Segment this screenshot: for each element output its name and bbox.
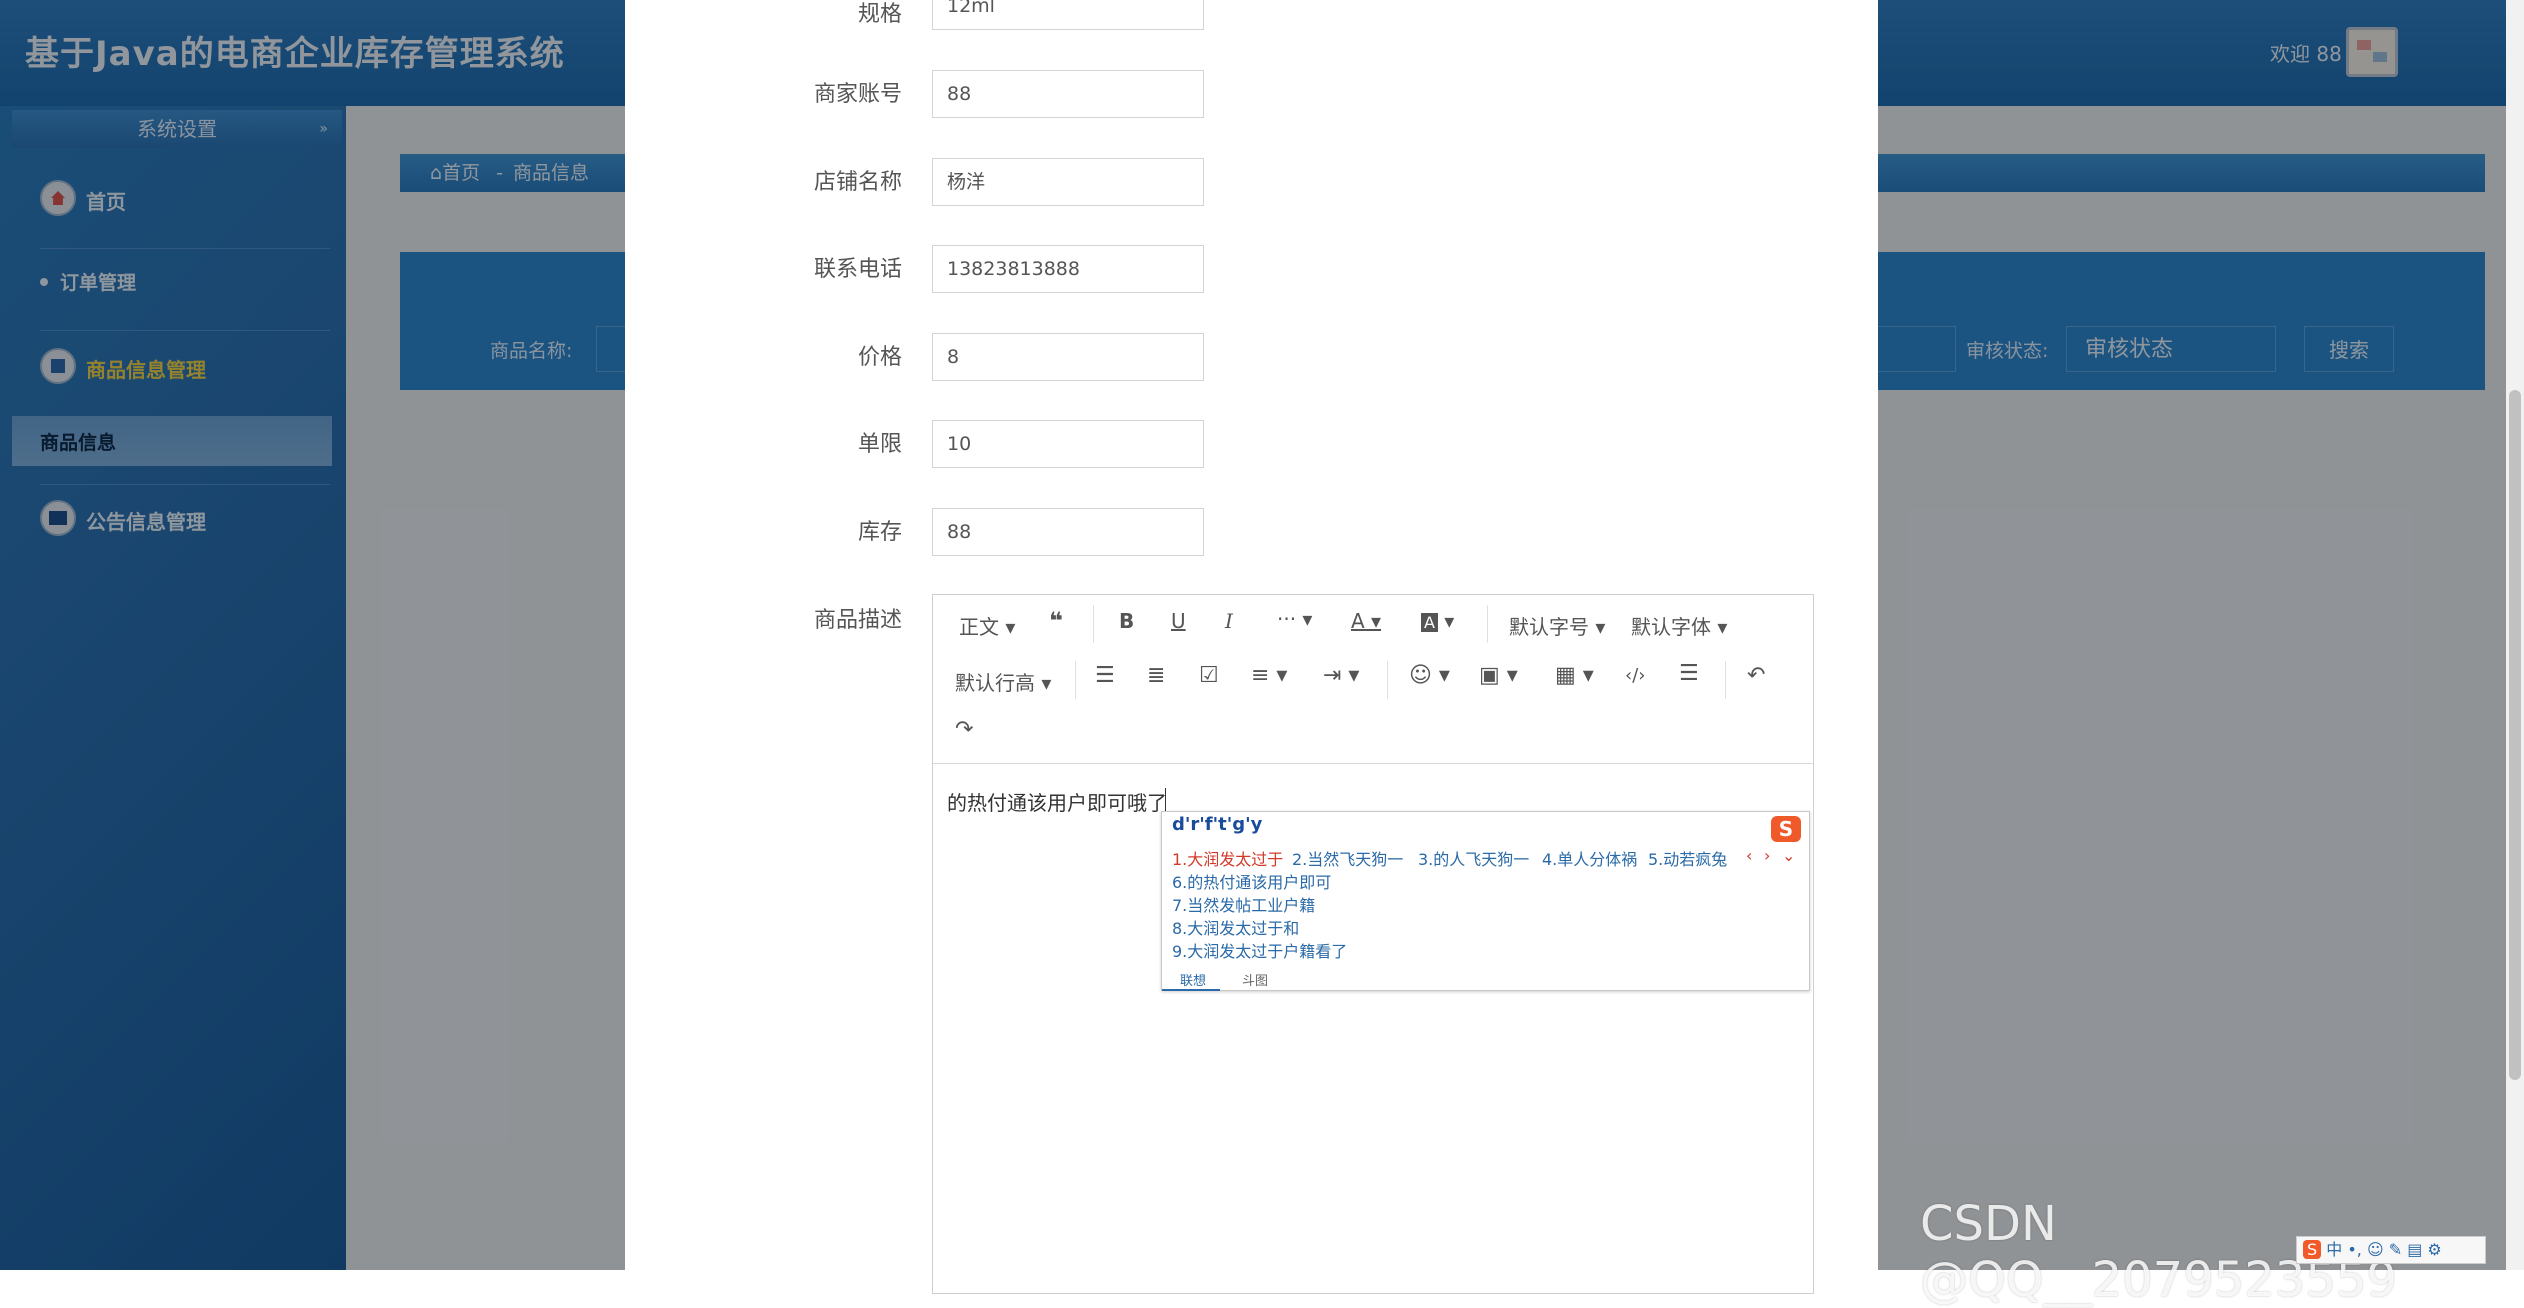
toolbar-divider <box>1093 605 1094 643</box>
numbered-list-icon[interactable]: ≣ <box>1147 663 1165 688</box>
bold-icon[interactable]: B <box>1119 609 1134 633</box>
toolbar-divider <box>1387 661 1388 699</box>
quote-icon[interactable]: ❝ <box>1049 607 1063 635</box>
field-label-description: 商品描述 <box>813 608 902 633</box>
merchant-account-input[interactable]: 88 <box>932 70 1204 118</box>
phone-input[interactable]: 13823813888 <box>932 245 1204 293</box>
page-scrollbar-thumb[interactable] <box>2509 390 2521 1080</box>
spec-input[interactable]: 12ml <box>932 0 1204 30</box>
code-icon[interactable]: ‹/› <box>1625 665 1645 686</box>
ime-candidate[interactable]: 6.的热付通该用户即可 <box>1172 869 1331 893</box>
field-label-limit: 单限 <box>857 432 902 457</box>
image-icon[interactable]: ▣ ▾ <box>1479 663 1518 688</box>
price-input[interactable]: 8 <box>932 333 1204 381</box>
field-label-price: 价格 <box>857 345 902 370</box>
paragraph-label: 正文 <box>959 615 999 639</box>
ime-candidate[interactable]: 2.当然飞天狗一 <box>1292 846 1403 870</box>
underline-icon[interactable]: U <box>1171 609 1186 633</box>
more-styles-icon[interactable]: ··· ▾ <box>1277 607 1312 631</box>
redo-icon[interactable]: ↷ <box>955 717 973 742</box>
bulleted-list-icon[interactable]: ☰ <box>1095 663 1115 688</box>
ime-candidate[interactable]: 1.大润发太过于 <box>1172 846 1283 870</box>
ime-toolbar[interactable]: S 中 •, ☺ ✎ ▤ ⚙ <box>2296 1236 2486 1264</box>
sogou-ime-logo-icon: S <box>2303 1240 2322 1259</box>
ime-candidate[interactable]: 3.的人飞天狗一 <box>1418 846 1529 870</box>
font-size-select[interactable]: 默认字号 ▾ <box>1509 611 1605 640</box>
ime-candidate[interactable]: 5.动若疯兔 <box>1648 846 1727 870</box>
indent-icon[interactable]: ⇥ ▾ <box>1323 663 1359 688</box>
table-icon[interactable]: ▦ ▾ <box>1555 663 1594 688</box>
divider-line-icon[interactable]: ☰ <box>1679 661 1699 686</box>
line-height-select[interactable]: 默认行高 ▾ <box>955 667 1051 696</box>
font-family-label: 默认字体 <box>1631 615 1711 639</box>
toolbar-divider <box>1487 605 1488 643</box>
toolbar-divider <box>1075 661 1076 699</box>
field-label-stock: 库存 <box>857 520 902 545</box>
ime-next-icon[interactable]: › <box>1764 846 1770 865</box>
editor-content[interactable]: 的热付通该用户即可哦了 <box>947 787 1167 816</box>
ime-candidate[interactable]: 8.大润发太过于和 <box>1172 915 1299 939</box>
line-height-label: 默认行高 <box>955 671 1035 695</box>
ime-pinyin-input: d'r'f't'g'y <box>1172 814 1263 835</box>
ime-tab-association[interactable]: 联想 <box>1162 970 1221 991</box>
field-label-spec: 规格 <box>857 2 902 27</box>
ime-candidate[interactable]: 4.单人分体祸 <box>1542 846 1637 870</box>
toolbar-divider <box>1725 661 1726 699</box>
undo-icon[interactable]: ↶ <box>1747 663 1765 688</box>
background-color-icon[interactable]: A ▾ <box>1421 609 1454 633</box>
ime-tab-meme[interactable]: 斗图 <box>1242 970 1268 989</box>
ime-candidate-popup: d'r'f't'g'y S 1.大润发太过于 2.当然飞天狗一 3.的人飞天狗一… <box>1161 811 1810 991</box>
shop-name-input[interactable]: 杨洋 <box>932 158 1204 206</box>
stock-input[interactable]: 88 <box>932 508 1204 556</box>
ime-prev-icon[interactable]: ‹ <box>1746 846 1752 865</box>
text-caret <box>1165 788 1166 812</box>
emoji-icon[interactable]: ☺ ▾ <box>1409 663 1450 688</box>
sogou-ime-logo-icon: S <box>1771 816 1801 842</box>
ime-candidate[interactable]: 9.大润发太过于户籍看了 <box>1172 938 1347 962</box>
font-size-label: 默认字号 <box>1509 615 1589 639</box>
limit-input[interactable]: 10 <box>932 420 1204 468</box>
field-label-phone: 联系电话 <box>813 257 902 282</box>
ime-expand-icon[interactable]: ⌄ <box>1782 846 1795 865</box>
italic-icon[interactable]: I <box>1225 609 1233 633</box>
font-family-select[interactable]: 默认字体 ▾ <box>1631 611 1727 640</box>
font-color-icon[interactable]: A ▾ <box>1351 609 1381 633</box>
todo-list-icon[interactable]: ☑ <box>1199 663 1219 688</box>
ime-candidate[interactable]: 7.当然发帖工业户籍 <box>1172 892 1315 916</box>
align-icon[interactable]: ≡ ▾ <box>1251 663 1287 688</box>
field-label-shop-name: 店铺名称 <box>813 170 902 195</box>
editor-toolbar: 正文 ▾ ❝ B U I ··· ▾ A ▾ A ▾ 默认字号 ▾ 默认字体 ▾… <box>933 595 1813 764</box>
paragraph-select[interactable]: 正文 ▾ <box>959 611 1015 640</box>
field-label-merchant-account: 商家账号 <box>813 82 902 107</box>
